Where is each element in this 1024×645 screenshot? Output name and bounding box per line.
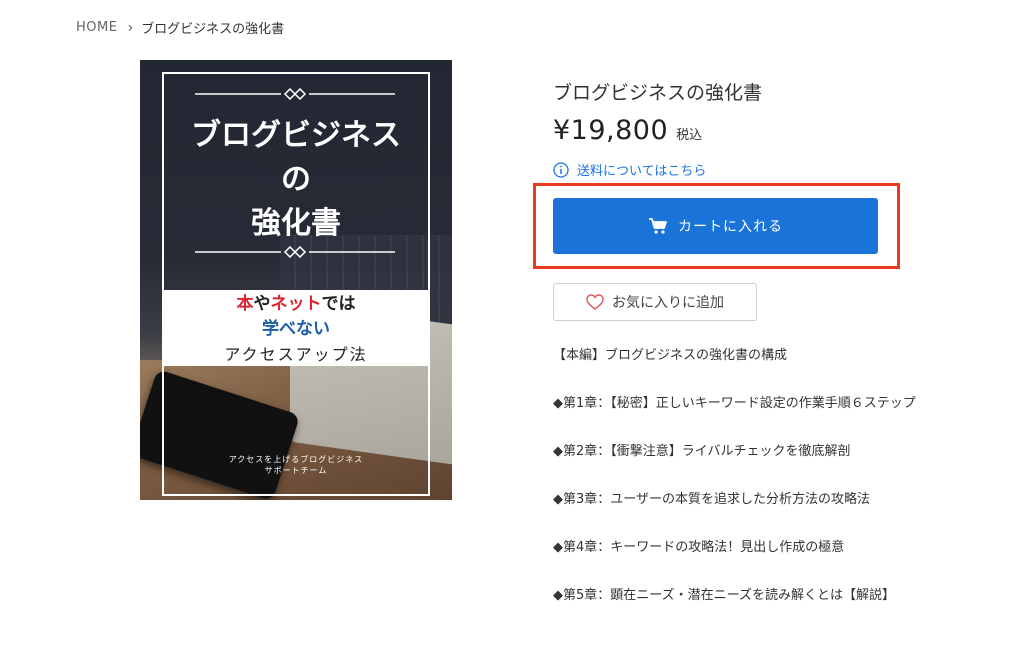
description-item: ◆第4章：キーワードの攻略法！見出し作成の極意 — [553, 540, 845, 555]
price-row: ¥19,800 税込 — [553, 115, 702, 146]
cover-footer-line1: アクセスを上げるブログビジネス — [228, 455, 364, 464]
cover-title-line1: ブログビジネス — [191, 118, 401, 153]
shipping-link-text[interactable]: 送料についてはこちら — [577, 160, 706, 179]
heart-icon — [586, 294, 604, 310]
breadcrumb-current: ブログビジネスの強化書 — [141, 22, 285, 37]
add-to-favorites-label: お気に入りに追加 — [612, 295, 724, 311]
breadcrumb-home-link[interactable]: HOME — [76, 20, 117, 35]
description-item: ◆第2章：【衝撃注意】ライバルチェックを徹底解剖 — [553, 444, 851, 459]
cart-icon — [649, 218, 667, 234]
description-item: ◆第3章：ユーザーの本質を追求した分析方法の攻略法 — [553, 492, 871, 507]
cover-band-text: では — [321, 294, 356, 314]
cover-footer-line2: サポートチーム — [264, 466, 328, 475]
cover-band-red-text: ネット — [270, 294, 322, 314]
chevron-right-icon: › — [127, 19, 134, 36]
cover-ornament-bottom — [195, 246, 395, 258]
tax-label: 税込 — [676, 128, 703, 143]
product-price: ¥19,800 — [553, 115, 669, 146]
description-item: 【本編】ブログビジネスの強化書の構成 — [553, 348, 788, 363]
cover-band-line3: アクセスアップ法 — [224, 345, 368, 364]
cover-band-line1: 本やネットでは — [162, 292, 430, 317]
product-image[interactable]: ブログビジネス の 強化書 本やネットでは 学べない アクセスアップ法 アクセス… — [140, 60, 452, 500]
cover-title-line3: 強化書 — [251, 206, 341, 241]
description-item: ◆第1章：【秘密】正しいキーワード設定の作業手順６ステップ — [553, 396, 916, 411]
description-item: ◆第5章：顕在ニーズ・潜在ニーズを読み解くとは【解説】 — [553, 588, 895, 603]
cover-band-text: や — [253, 294, 271, 314]
breadcrumb: HOME › ブログビジネスの強化書 — [76, 18, 285, 38]
cover-title-line2: の — [281, 162, 311, 197]
info-icon — [553, 161, 569, 178]
cover-subtitle-band: 本やネットでは 学べない アクセスアップ法 — [162, 290, 430, 366]
cover-band-red-text: 本 — [236, 294, 254, 314]
cover-title: ブログビジネス の 強化書 — [162, 114, 430, 246]
cover-footer: アクセスを上げるブログビジネス サポートチーム — [162, 454, 430, 476]
add-to-favorites-button[interactable]: お気に入りに追加 — [553, 283, 757, 321]
cover-ornament-top — [195, 88, 395, 100]
add-to-cart-button[interactable]: カートに入れる — [553, 198, 878, 254]
shipping-info-link[interactable]: 送料についてはこちら — [553, 160, 706, 179]
product-title: ブログビジネスの強化書 — [553, 82, 763, 104]
add-to-cart-label: カートに入れる — [678, 219, 783, 235]
product-description: 【本編】ブログビジネスの強化書の構成 ◆第1章：【秘密】正しいキーワード設定の作… — [553, 344, 923, 632]
cover-band-line2: 学べない — [262, 319, 330, 339]
